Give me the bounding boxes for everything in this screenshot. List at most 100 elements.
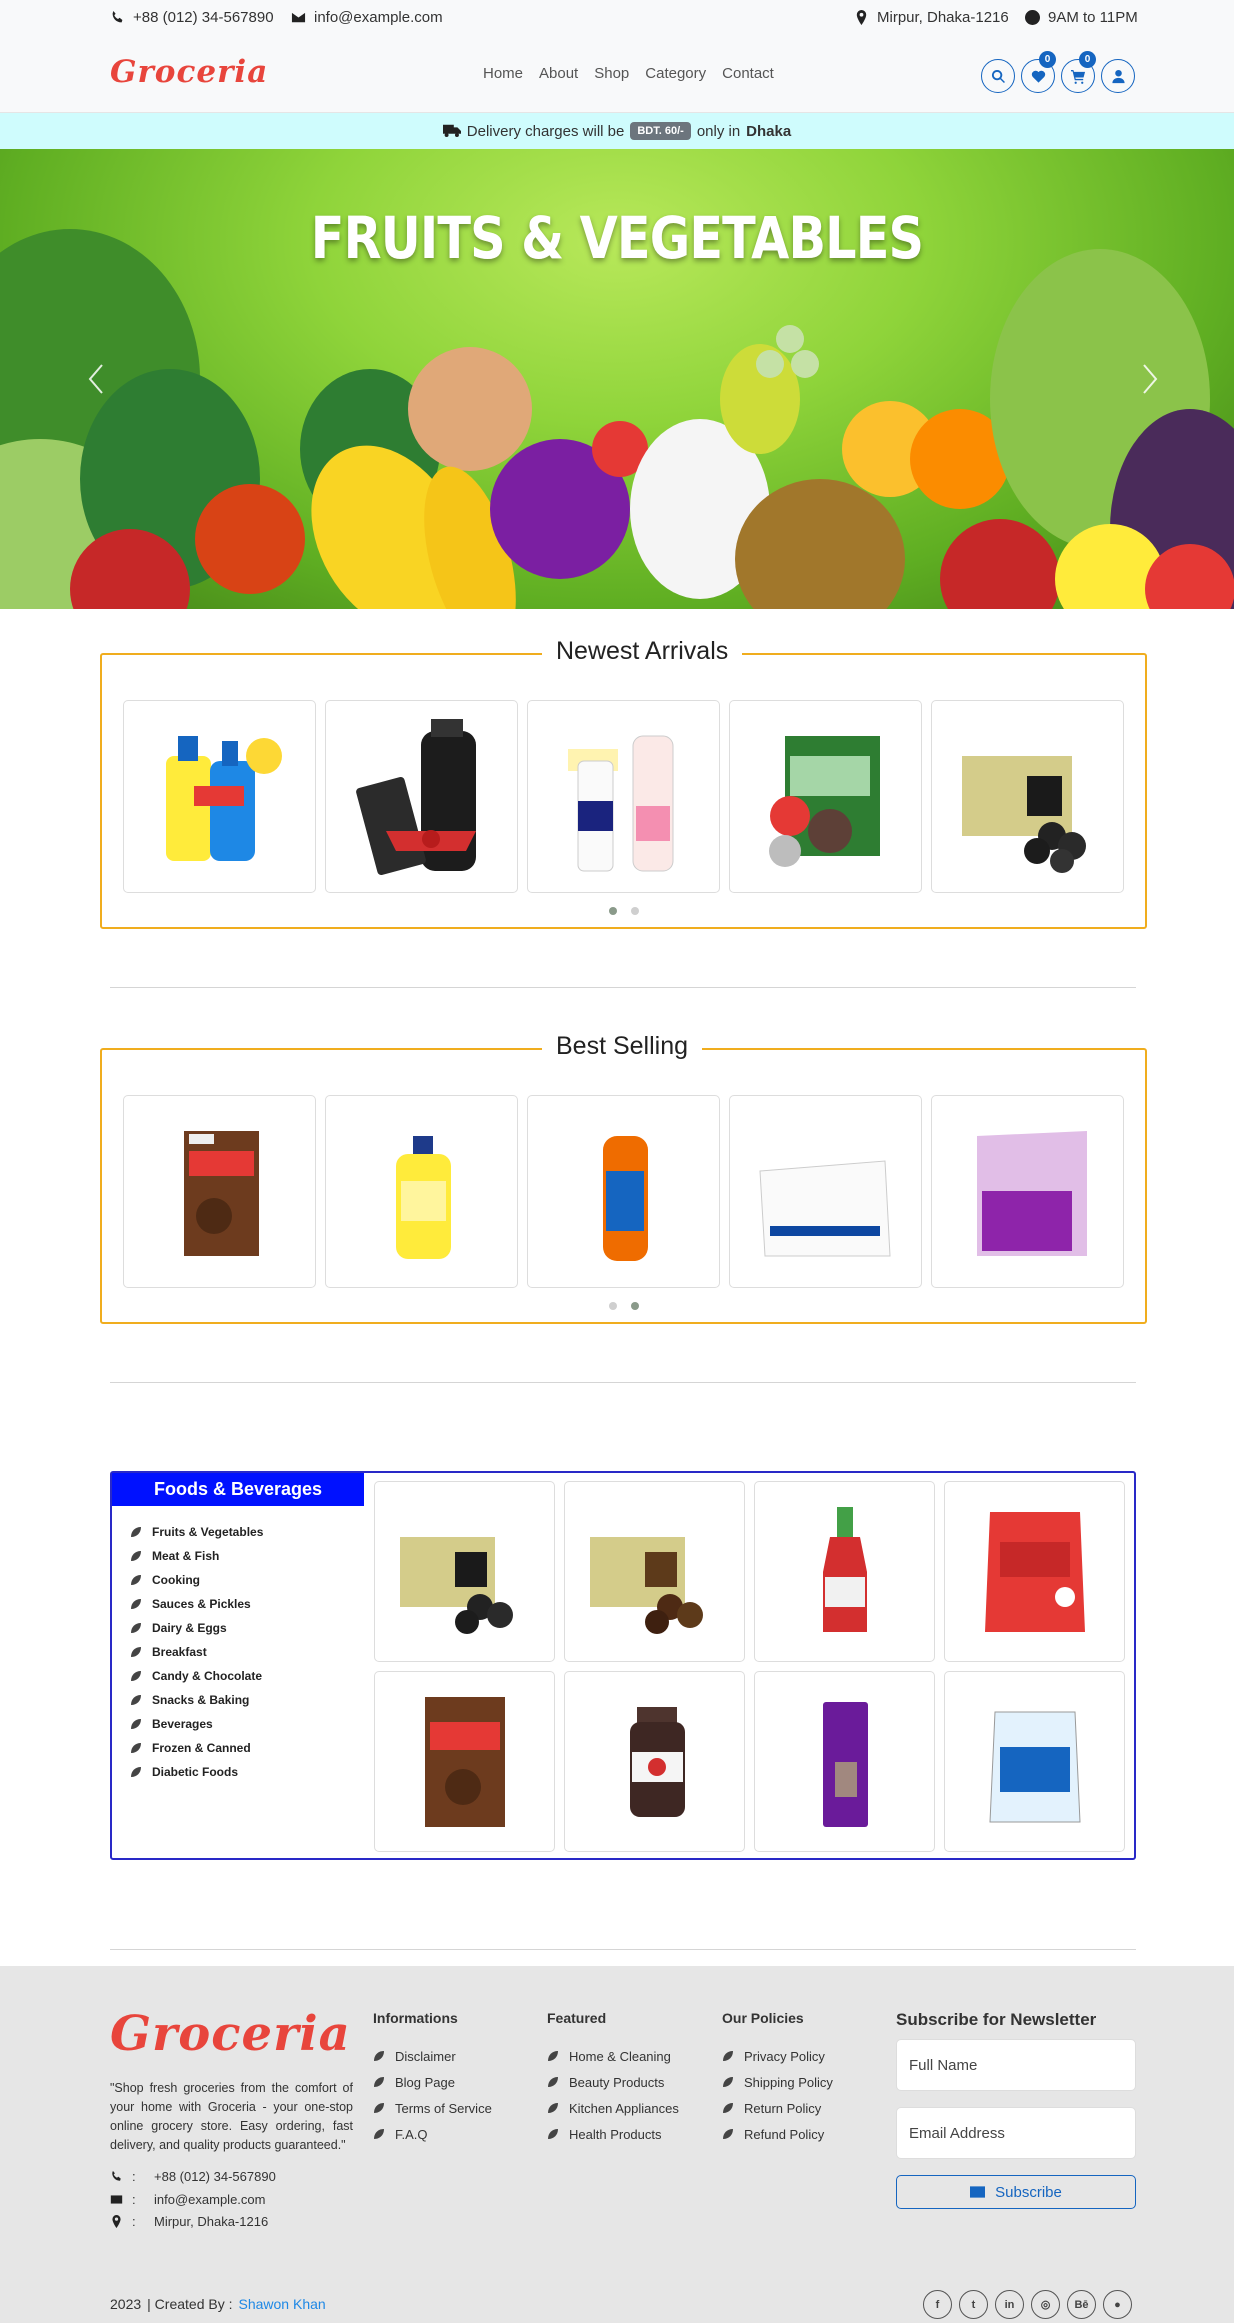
leaf-icon	[723, 2129, 733, 2139]
facebook-icon[interactable]: f	[923, 2290, 952, 2319]
leaf-icon	[723, 2103, 733, 2113]
footer-link[interactable]: Terms of Service	[373, 2095, 492, 2121]
product-image-dove-lotion	[568, 735, 674, 872]
envelope-icon	[970, 2186, 986, 2198]
carousel-prev-button[interactable]	[84, 359, 108, 399]
category-item[interactable]: Dairy & Eggs	[130, 1616, 263, 1640]
leaf-icon	[374, 2051, 384, 2061]
author-link[interactable]: Shawon Khan	[239, 2296, 326, 2312]
footer-logo[interactable]: Groceria	[110, 2006, 351, 2062]
category-item[interactable]: Beverages	[130, 1712, 263, 1736]
footer-link[interactable]: F.A.Q	[373, 2121, 492, 2147]
newsletter-heading: Subscribe for Newsletter	[896, 2010, 1097, 2029]
user-icon	[1111, 69, 1125, 83]
category-product-card[interactable]	[754, 1671, 935, 1852]
subscribe-button[interactable]: Subscribe	[896, 2175, 1136, 2209]
footer-link[interactable]: Disclaimer	[373, 2043, 492, 2069]
leaf-icon	[374, 2103, 384, 2113]
instagram-icon[interactable]: ◎	[1031, 2290, 1060, 2319]
nav-shop[interactable]: Shop	[594, 65, 629, 82]
map-pin-icon	[112, 2215, 121, 2228]
nav-category[interactable]: Category	[645, 65, 706, 82]
leaf-icon	[374, 2077, 384, 2087]
twitter-icon[interactable]: t	[959, 2290, 988, 2319]
category-item[interactable]: Cooking	[130, 1568, 263, 1592]
category-product-card[interactable]	[564, 1481, 745, 1662]
newsletter-name-input[interactable]: Full Name	[896, 2039, 1136, 2091]
product-card[interactable]	[123, 700, 316, 893]
product-card[interactable]	[123, 1095, 316, 1288]
behance-icon[interactable]: Bē	[1067, 2290, 1096, 2319]
leaf-icon	[131, 1575, 141, 1585]
product-image-horlicks	[603, 1136, 648, 1261]
product-image-savlon	[396, 1136, 451, 1259]
search-button[interactable]	[981, 59, 1015, 93]
linkedin-icon[interactable]: in	[995, 2290, 1024, 2319]
carousel-next-button[interactable]	[1138, 359, 1162, 399]
footer-link[interactable]: Shipping Policy	[722, 2069, 833, 2095]
product-card[interactable]	[325, 700, 518, 893]
category-item[interactable]: Candy & Chocolate	[130, 1664, 263, 1688]
category-item[interactable]: Fruits & Vegetables	[130, 1520, 263, 1544]
product-image-dates-box-2	[590, 1537, 703, 1634]
phone-text: +88 (012) 34-567890	[133, 9, 274, 26]
product-card[interactable]	[325, 1095, 518, 1288]
footer-link[interactable]: Refund Policy	[722, 2121, 833, 2147]
category-item[interactable]: Breakfast	[130, 1640, 263, 1664]
nav-contact[interactable]: Contact	[722, 65, 774, 82]
account-button[interactable]	[1101, 59, 1135, 93]
carousel-dot[interactable]	[609, 1302, 617, 1310]
hero-title: FRUITS & VEGETABLES	[310, 204, 924, 272]
footer-link[interactable]: Privacy Policy	[722, 2043, 833, 2069]
footer-link[interactable]: Kitchen Appliances	[547, 2095, 679, 2121]
best-selling-title: Best Selling	[542, 1032, 703, 1061]
footer-link[interactable]: Home & Cleaning	[547, 2043, 679, 2069]
newsletter-email-input[interactable]: Email Address	[896, 2107, 1136, 2159]
category-item[interactable]: Diabetic Foods	[130, 1760, 263, 1784]
copyright: 2023 | Created By : Shawon Khan	[110, 2296, 326, 2312]
product-card[interactable]	[729, 700, 922, 893]
hours-text: 9AM to 11PM	[1048, 9, 1138, 26]
product-card[interactable]	[931, 1095, 1124, 1288]
footer-policy-heading: Our Policies	[722, 2010, 804, 2026]
category-item[interactable]: Meat & Fish	[130, 1544, 263, 1568]
product-image-koko-krunch	[425, 1697, 505, 1827]
product-card[interactable]	[729, 1095, 922, 1288]
category-product-card[interactable]	[564, 1671, 745, 1852]
category-product-card[interactable]	[374, 1481, 555, 1662]
leaf-icon	[131, 1647, 141, 1657]
footer-link[interactable]: Return Policy	[722, 2095, 833, 2121]
footer-link[interactable]: Beauty Products	[547, 2069, 679, 2095]
product-card[interactable]	[931, 700, 1124, 893]
cart-button[interactable]: 0	[1061, 51, 1096, 93]
category-item[interactable]: Frozen & Canned	[130, 1736, 263, 1760]
footer-link[interactable]: Blog Page	[373, 2069, 492, 2095]
product-image-chocolate-bar	[823, 1702, 868, 1827]
location-text: Mirpur, Dhaka-1216	[877, 9, 1009, 26]
carousel-dot[interactable]	[609, 907, 617, 915]
category-item[interactable]: Snacks & Baking	[130, 1688, 263, 1712]
product-card[interactable]	[527, 1095, 720, 1288]
product-image-odonil	[977, 1131, 1087, 1256]
category-product-card[interactable]	[374, 1671, 555, 1852]
nav-home[interactable]: Home	[483, 65, 523, 82]
footer-link[interactable]: Health Products	[547, 2121, 679, 2147]
wishlist-button[interactable]: 0	[1021, 51, 1056, 93]
leaf-icon	[723, 2077, 733, 2087]
leaf-icon	[131, 1527, 141, 1537]
carousel-dot[interactable]	[631, 1302, 639, 1310]
github-icon[interactable]: ●	[1103, 2290, 1132, 2319]
newest-carousel-dots	[609, 907, 639, 915]
category-item[interactable]: Sauces & Pickles	[130, 1592, 263, 1616]
hero-carousel: FRUITS & VEGETABLES	[0, 149, 1234, 609]
carousel-dot[interactable]	[631, 907, 639, 915]
leaf-icon	[548, 2051, 558, 2061]
site-logo[interactable]: Groceria	[110, 54, 268, 90]
category-product-card[interactable]	[944, 1481, 1125, 1662]
category-product-card[interactable]	[754, 1481, 935, 1662]
product-card[interactable]	[527, 700, 720, 893]
nav-about[interactable]: About	[539, 65, 578, 82]
footer-info-links: Disclaimer Blog Page Terms of Service F.…	[373, 2043, 492, 2147]
category-product-card[interactable]	[944, 1671, 1125, 1852]
footer-featured-heading: Featured	[547, 2010, 607, 2026]
